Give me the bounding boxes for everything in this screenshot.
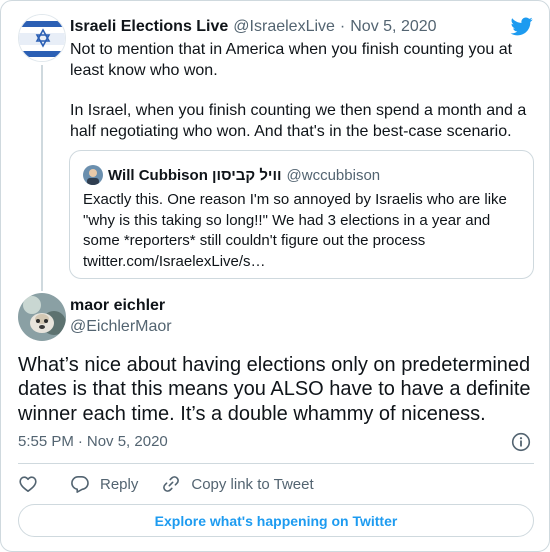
twitter-bird-icon[interactable] — [510, 15, 534, 37]
author-name[interactable]: maor eichler — [70, 297, 165, 315]
quote-avatar — [83, 165, 103, 185]
reply-bubble-icon — [71, 476, 89, 493]
quote-author-name: Will Cubbison וויל קביסון — [108, 166, 282, 184]
parent-author-name[interactable]: Israeli Elections Live — [70, 18, 228, 36]
divider — [18, 463, 534, 464]
parent-date[interactable]: Nov 5, 2020 — [350, 18, 436, 36]
tweet-text: What’s nice about having elections only … — [18, 354, 531, 425]
parent-date-separator: · — [339, 18, 346, 35]
copy-link-label[interactable]: Copy link to Tweet — [191, 476, 313, 493]
parent-author-handle[interactable]: @IsraelexLive — [233, 18, 335, 36]
reply-button[interactable]: Reply — [70, 474, 138, 494]
tweet-date-separator: · — [77, 433, 83, 450]
tweet-timestamp[interactable]: 5:55 PM · Nov 5, 2020 — [18, 433, 168, 450]
quote-link[interactable]: twitter.com/IsraelexLive/s… — [83, 253, 266, 270]
tweet-date[interactable]: Nov 5, 2020 — [87, 433, 168, 450]
tweet-actions: Reply Copy link to Tweet — [18, 473, 314, 495]
quote-body: Exactly this. One reason I'm so annoyed … — [83, 191, 507, 249]
tweet-time[interactable]: 5:55 PM — [18, 433, 74, 450]
thread-line — [41, 65, 43, 291]
embedded-tweet-card: Israeli Elections Live @IsraelexLive · N… — [0, 0, 550, 552]
reply-label[interactable]: Reply — [100, 476, 138, 493]
link-icon — [163, 476, 180, 492]
info-icon[interactable] — [511, 432, 531, 452]
quote-header: Will Cubbison וויל קביסון @wccubbison — [108, 164, 380, 186]
quote-author-handle: @wccubbison — [286, 166, 381, 184]
author-avatar[interactable] — [18, 293, 66, 341]
heart-icon — [19, 476, 37, 492]
like-button[interactable] — [18, 474, 38, 494]
author-handle[interactable]: @EichlerMaor — [70, 318, 172, 336]
parent-paragraph: In Israel, when you finish counting we t… — [70, 102, 527, 140]
quoted-tweet-card[interactable]: Will Cubbison וויל קביסון @wccubbison Ex… — [69, 150, 534, 279]
parent-paragraph: Not to mention that in America when you … — [70, 41, 513, 79]
explore-button[interactable]: Explore what's happening on Twitter — [18, 504, 534, 537]
copy-link-button[interactable]: Copy link to Tweet — [161, 474, 314, 494]
quote-text: Exactly this. One reason I'm so annoyed … — [83, 190, 523, 272]
parent-tweet-text: Not to mention that in America when you … — [70, 40, 532, 142]
parent-header: Israeli Elections Live @IsraelexLive · N… — [70, 16, 437, 38]
parent-avatar[interactable] — [18, 14, 66, 62]
